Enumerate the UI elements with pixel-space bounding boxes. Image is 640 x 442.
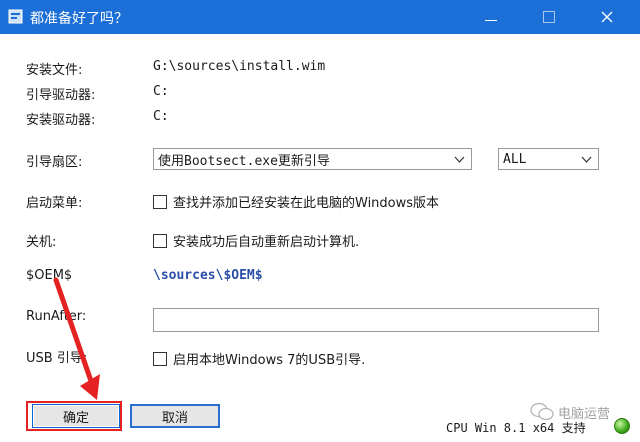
status-led-icon [614,418,630,434]
close-button[interactable] [584,0,630,34]
maximize-icon [543,11,555,23]
title-bar[interactable]: 都准备好了吗？ [0,0,640,34]
minimize-icon [485,19,497,21]
boot-menu-checkbox-text: 查找并添加已经安装在此电脑的Windows版本 [173,196,440,211]
chevron-down-icon [581,156,592,163]
status-text: CPU Win 8.1 x64 支持 [446,421,586,435]
auto-restart-checkbox[interactable]: 安装成功后自动重新启动计算机. [153,231,359,250]
boot-menu-checkbox[interactable]: 查找并添加已经安装在此电脑的Windows版本 [153,192,439,211]
boot-method-value: 使用Bootsect.exe更新引导 [158,153,330,169]
boot-drive-value: C: [153,84,169,99]
chevron-down-icon [454,156,465,163]
checkbox-box[interactable] [153,233,167,248]
checkbox-box[interactable] [153,194,167,209]
boot-target-select[interactable]: ALL [498,148,599,170]
checkbox-box[interactable] [153,351,167,366]
close-icon [601,11,613,23]
auto-restart-checkbox-text: 安装成功后自动重新启动计算机. [173,235,360,250]
window-title: 都准备好了吗？ [30,11,128,27]
window-app-icon [8,9,23,24]
install-drive-value: C: [153,109,169,124]
dialog-content: 安装文件: G:\sources\install.wim 引导驱动器: C: 安… [0,34,640,442]
setup-confirm-dialog: 都准备好了吗？ 安装文件: G:\sources\install.wim 引导驱… [0,0,640,442]
minimize-button[interactable] [468,0,514,34]
usb-boot-checkbox[interactable]: 启用本地Windows 7的USB引导. [153,349,365,368]
cancel-button[interactable]: 取消 [130,404,220,428]
usb-boot-checkbox-text: 启用本地Windows 7的USB引导. [173,353,366,368]
boot-target-value: ALL [503,151,527,167]
boot-method-select[interactable]: 使用Bootsect.exe更新引导 [153,148,472,170]
oem-path-link[interactable]: \sources\$OEM$ [153,268,263,283]
install-file-value: G:\sources\install.wim [153,59,326,74]
runafter-input[interactable] [153,308,599,332]
maximize-button[interactable] [526,0,572,34]
red-arrow-annotation [53,277,100,400]
